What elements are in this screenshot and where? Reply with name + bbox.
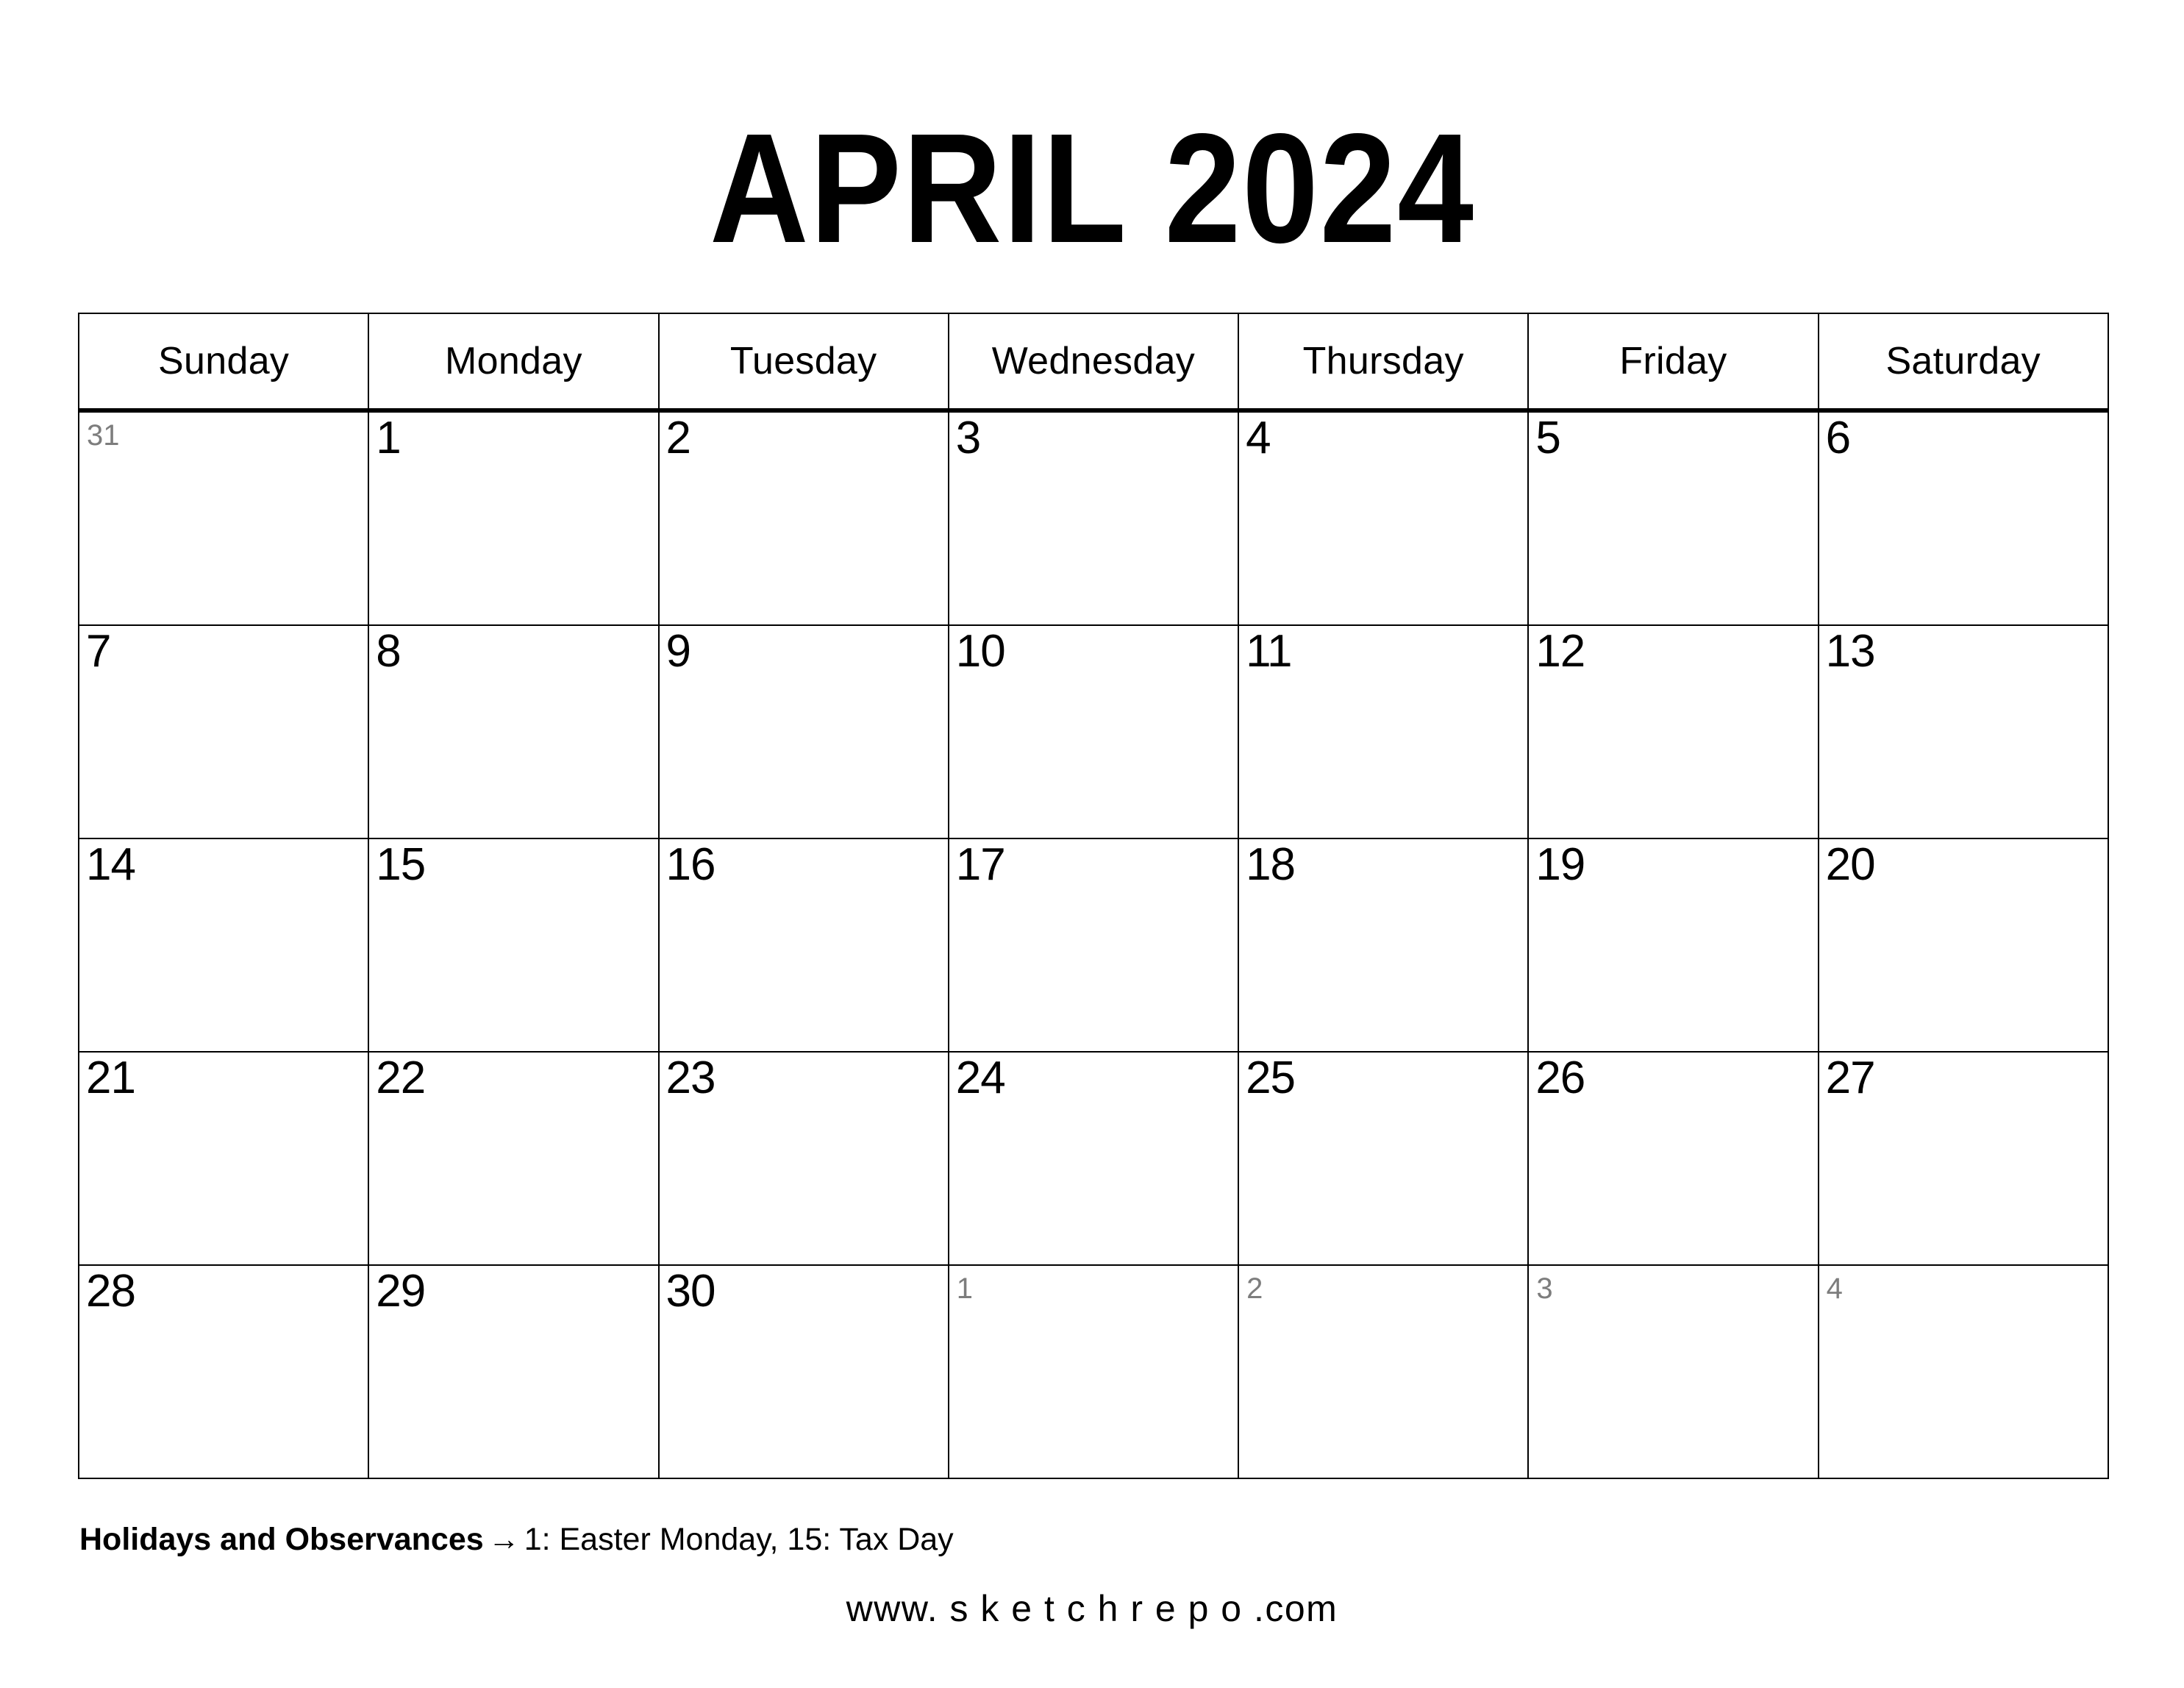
day-number: 27	[1825, 1053, 1876, 1103]
day-cell[interactable]: 2	[657, 410, 949, 626]
day-cell[interactable]: 22	[368, 1051, 660, 1266]
day-cell[interactable]: 1	[368, 410, 660, 626]
calendar-header-row: Sunday Monday Tuesday Wednesday Thursday…	[77, 313, 2109, 413]
day-number: 14	[86, 839, 136, 890]
day-number: 21	[86, 1053, 136, 1103]
day-number: 2	[1246, 1272, 1263, 1305]
day-cell[interactable]: 8	[368, 624, 660, 839]
day-cell[interactable]: 31	[77, 410, 370, 626]
day-number: 24	[955, 1053, 1006, 1103]
calendar-grid: Sunday Monday Tuesday Wednesday Thursday…	[77, 313, 2109, 1479]
day-number: 18	[1246, 839, 1296, 890]
day-cell[interactable]: 7	[77, 624, 370, 839]
calendar-week-row: 28 29 30 1 2 3 4	[77, 1264, 2109, 1479]
day-number: 5	[1535, 413, 1560, 463]
day-cell[interactable]: 11	[1238, 624, 1530, 839]
weekday-header-wednesday: Wednesday	[947, 313, 1240, 413]
day-cell[interactable]: 2	[1238, 1264, 1530, 1479]
day-number: 8	[376, 626, 401, 677]
day-cell[interactable]: 30	[657, 1264, 949, 1479]
day-number: 3	[1536, 1272, 1553, 1305]
day-cell[interactable]: 19	[1527, 838, 1819, 1053]
day-cell[interactable]: 12	[1527, 624, 1819, 839]
day-cell[interactable]: 14	[77, 838, 370, 1053]
day-cell[interactable]: 6	[1817, 410, 2109, 626]
day-number: 10	[955, 626, 1006, 677]
calendar-week-row: 31 1 2 3 4 5 6	[77, 410, 2109, 626]
weekday-header-friday: Friday	[1527, 313, 1819, 413]
day-number: 9	[665, 626, 691, 677]
day-cell[interactable]: 29	[368, 1264, 660, 1479]
weekday-header-tuesday: Tuesday	[657, 313, 949, 413]
website-credit: www. s k e t c h r e p o .com	[846, 1588, 1338, 1629]
day-number: 3	[955, 413, 981, 463]
day-cell[interactable]: 25	[1238, 1051, 1530, 1266]
day-number: 6	[1825, 413, 1851, 463]
day-cell[interactable]: 16	[657, 838, 949, 1053]
calendar-page: APRIL 2024 Sunday Monday Tuesday Wednesd…	[0, 0, 2184, 1688]
day-cell[interactable]: 4	[1238, 410, 1530, 626]
day-cell[interactable]: 3	[1527, 1264, 1819, 1479]
holidays-list: 1: Easter Monday, 15: Tax Day	[524, 1522, 954, 1557]
day-number: 25	[1246, 1053, 1296, 1103]
day-cell[interactable]: 5	[1527, 410, 1819, 626]
day-cell[interactable]: 1	[947, 1264, 1240, 1479]
day-number: 17	[955, 839, 1006, 890]
day-cell[interactable]: 17	[947, 838, 1240, 1053]
day-number: 26	[1535, 1053, 1585, 1103]
day-cell[interactable]: 3	[947, 410, 1240, 626]
weekday-header-monday: Monday	[368, 313, 660, 413]
weekday-header-saturday: Saturday	[1817, 313, 2109, 413]
day-number: 1	[376, 413, 401, 463]
day-cell[interactable]: 15	[368, 838, 660, 1053]
day-cell[interactable]: 20	[1817, 838, 2109, 1053]
day-number: 19	[1535, 839, 1585, 890]
day-cell[interactable]: 23	[657, 1051, 949, 1266]
calendar-week-row: 7 8 9 10 11 12 13	[77, 624, 2109, 839]
day-number: 15	[376, 839, 426, 890]
day-cell[interactable]: 28	[77, 1264, 370, 1479]
day-number: 22	[376, 1053, 426, 1103]
day-number: 16	[665, 839, 716, 890]
weekday-header-thursday: Thursday	[1238, 313, 1530, 413]
day-number: 29	[376, 1266, 426, 1317]
day-number: 1	[956, 1272, 974, 1305]
day-cell[interactable]: 9	[657, 624, 949, 839]
month-year-title: APRIL 2024	[709, 101, 1475, 275]
day-number: 4	[1246, 413, 1271, 463]
calendar-week-row: 14 15 16 17 18 19 20	[77, 838, 2109, 1053]
day-number: 7	[86, 626, 111, 677]
day-number: 28	[86, 1266, 136, 1317]
page-title: APRIL 2024	[0, 110, 2184, 266]
holidays-label: Holidays and Observances	[79, 1522, 484, 1557]
day-cell[interactable]: 24	[947, 1051, 1240, 1266]
day-number: 20	[1825, 839, 1876, 890]
day-cell[interactable]: 4	[1817, 1264, 2109, 1479]
day-cell[interactable]: 10	[947, 624, 1240, 839]
day-number: 11	[1246, 626, 1292, 677]
arrow-right-icon: →	[488, 1522, 520, 1557]
weekday-header-sunday: Sunday	[77, 313, 370, 413]
day-number: 13	[1825, 626, 1876, 677]
calendar-body: 31 1 2 3 4 5 6 7 8 9 10 11 12 13 14 15 1…	[77, 410, 2109, 1479]
day-number: 12	[1535, 626, 1585, 677]
day-cell[interactable]: 21	[77, 1051, 370, 1266]
day-cell[interactable]: 18	[1238, 838, 1530, 1053]
day-number: 23	[665, 1053, 716, 1103]
day-number: 31	[87, 419, 120, 452]
day-cell[interactable]: 13	[1817, 624, 2109, 839]
holidays-and-observances: Holidays and Observances → 1: Easter Monda…	[79, 1524, 954, 1556]
day-cell[interactable]: 26	[1527, 1051, 1819, 1266]
day-number: 4	[1826, 1272, 1843, 1305]
day-cell[interactable]: 27	[1817, 1051, 2109, 1266]
day-number: 30	[665, 1266, 716, 1317]
calendar-week-row: 21 22 23 24 25 26 27	[77, 1051, 2109, 1266]
day-number: 2	[665, 413, 691, 463]
